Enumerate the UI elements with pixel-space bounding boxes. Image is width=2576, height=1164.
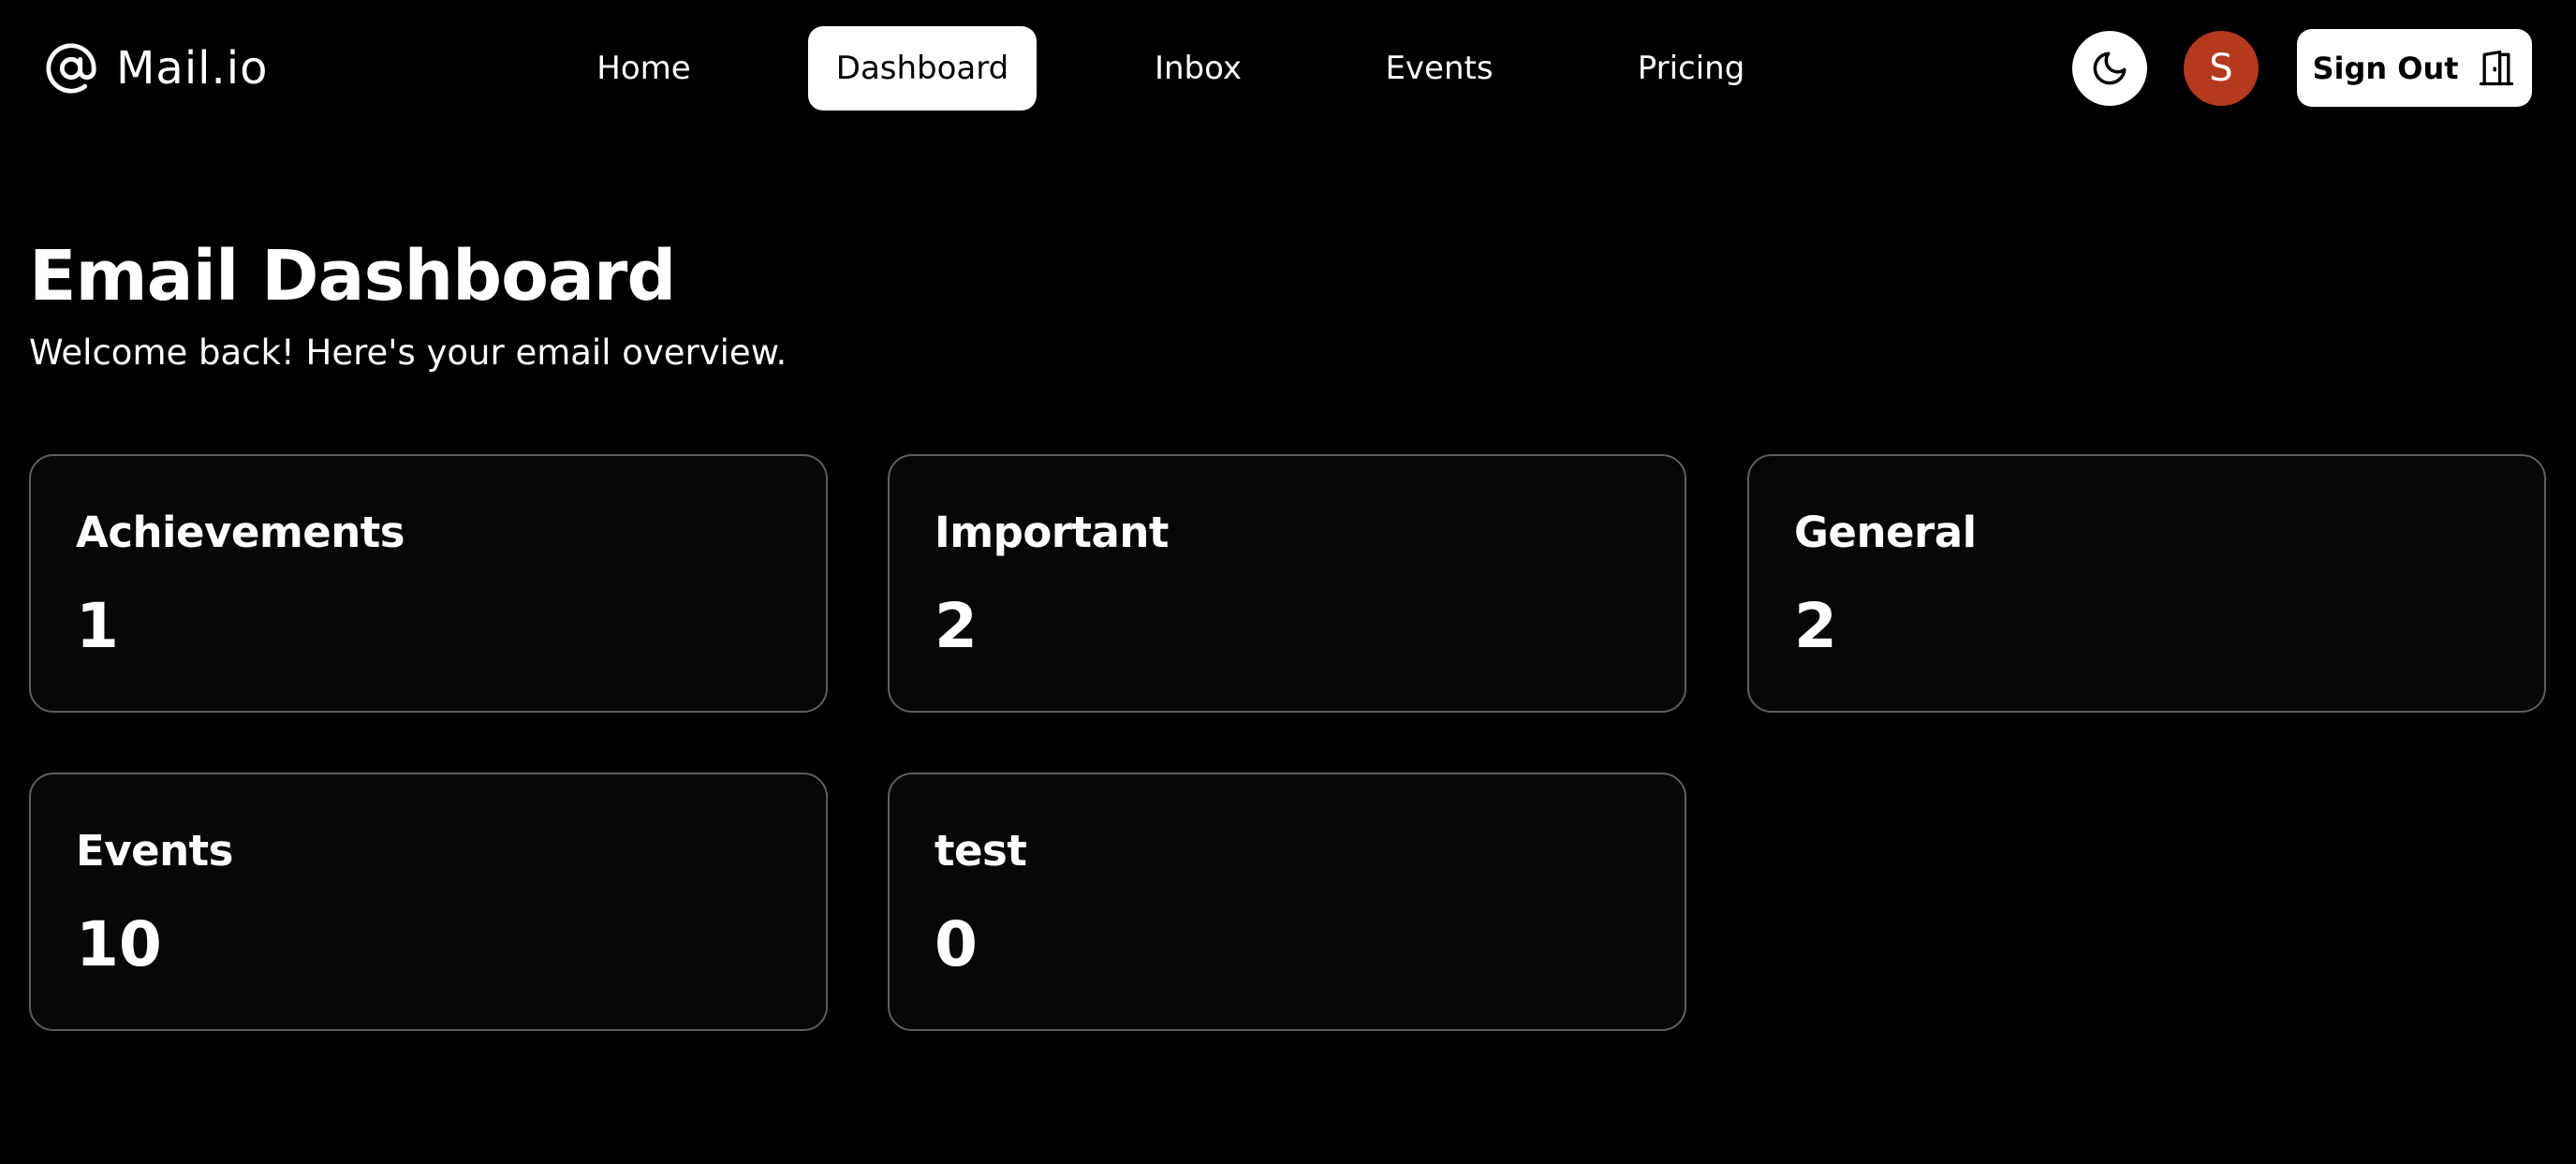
stat-card-events[interactable]: Events 10 [29,773,828,1031]
nav-item-home[interactable]: Home [562,26,726,111]
stat-card-label: General [1794,508,1977,557]
nav-item-dashboard[interactable]: Dashboard [808,26,1037,111]
moon-icon [2090,49,2129,88]
sign-out-label: Sign Out [2312,50,2459,86]
user-avatar[interactable]: S [2184,31,2259,106]
stat-card-value: 10 [76,908,162,980]
sign-out-button[interactable]: Sign Out [2297,29,2532,107]
stat-card-label: Achievements [76,508,405,557]
stat-card-label: Events [76,826,233,876]
stat-card-test[interactable]: test 0 [888,773,1686,1031]
stat-card-value: 0 [935,908,978,980]
stat-card-value: 1 [76,590,119,662]
stat-card-important[interactable]: Important 2 [888,454,1686,713]
page-title: Email Dashboard [29,236,676,317]
page-subtitle: Welcome back! Here's your email overview… [29,332,788,373]
stat-card-label: Important [935,508,1169,557]
nav-item-inbox[interactable]: Inbox [1121,26,1275,111]
door-icon [2476,48,2517,89]
nav-item-events[interactable]: Events [1355,26,1524,111]
avatar-initial: S [2209,47,2233,90]
stat-card-value: 2 [935,590,978,662]
nav-item-pricing[interactable]: Pricing [1612,26,1771,111]
stat-card-general[interactable]: General 2 [1747,454,2546,713]
stat-card-achievements[interactable]: Achievements 1 [29,454,828,713]
theme-toggle-button[interactable] [2072,31,2147,106]
top-navigation-bar: Mail.io Home Dashboard Inbox Events Pric… [0,0,2576,139]
stat-card-label: test [935,826,1027,876]
stat-card-value: 2 [1794,590,1837,662]
